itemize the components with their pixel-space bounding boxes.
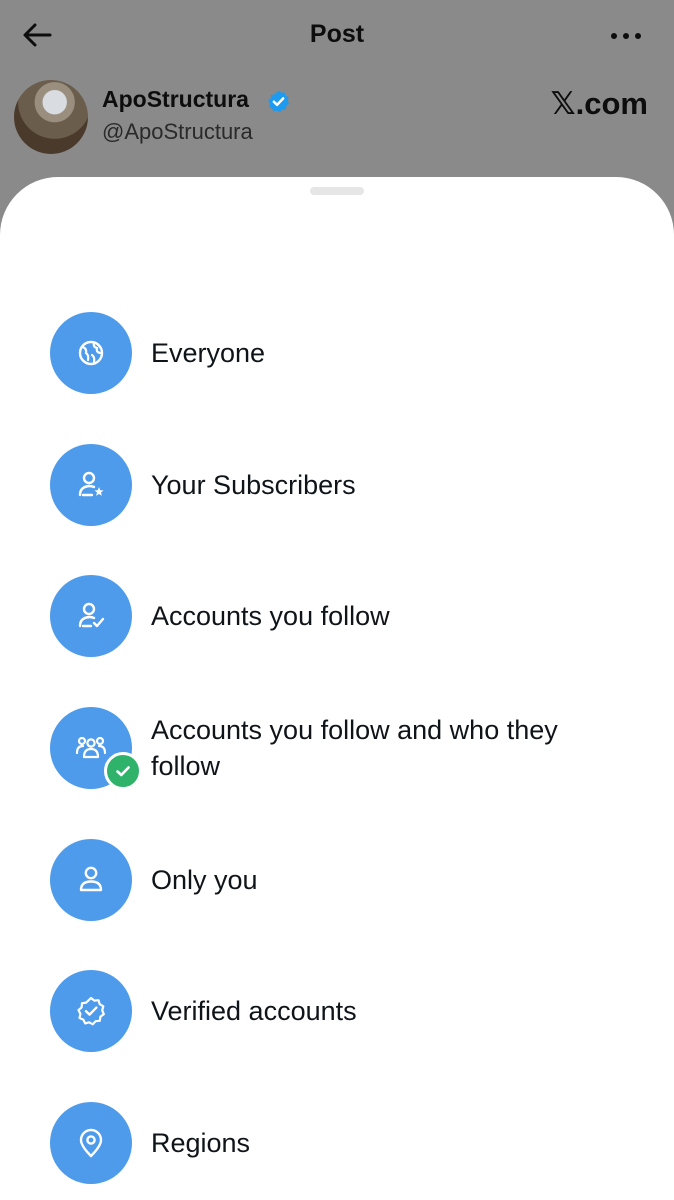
page-title: Post bbox=[309, 20, 365, 48]
more-options-button[interactable] bbox=[608, 20, 644, 50]
option-label: Regions bbox=[151, 1128, 251, 1158]
author-handle[interactable]: @ApoStructura bbox=[102, 119, 253, 145]
top-bar: Post bbox=[0, 0, 674, 70]
source-label: 𝕏.com bbox=[550, 86, 648, 121]
option-accounts-you-follow-and-who-they-follow[interactable]: Accounts you follow and who they follow bbox=[0, 693, 674, 803]
person-icon bbox=[50, 839, 132, 921]
option-verified-accounts[interactable]: Verified accounts bbox=[0, 956, 674, 1066]
person-star-icon bbox=[50, 444, 132, 526]
avatar[interactable] bbox=[14, 80, 88, 154]
verified-badge-icon bbox=[50, 970, 132, 1052]
option-accounts-you-follow[interactable]: Accounts you follow bbox=[0, 561, 674, 671]
sheet-grabber-handle[interactable] bbox=[310, 187, 364, 195]
more-dot-icon bbox=[623, 33, 629, 39]
option-label: Accounts you follow and who they follow bbox=[151, 715, 558, 781]
option-label: Accounts you follow bbox=[151, 601, 390, 631]
more-dot-icon bbox=[635, 33, 641, 39]
globe-icon bbox=[50, 312, 132, 394]
option-label: Only you bbox=[151, 865, 258, 895]
option-regions[interactable]: Regions bbox=[0, 1088, 674, 1198]
option-label: Your Subscribers bbox=[151, 470, 356, 500]
author-name[interactable]: ApoStructura bbox=[102, 86, 249, 113]
option-label: Everyone bbox=[151, 338, 266, 368]
option-your-subscribers[interactable]: Your Subscribers bbox=[0, 430, 674, 540]
selected-check-icon bbox=[104, 752, 142, 790]
more-dot-icon bbox=[611, 33, 617, 39]
reply-options-sheet: Everyone Your Subscribers Accounts you f… bbox=[0, 177, 674, 1200]
person-check-icon bbox=[50, 575, 132, 657]
option-only-you[interactable]: Only you bbox=[0, 825, 674, 935]
option-everyone[interactable]: Everyone bbox=[0, 298, 674, 408]
location-pin-icon bbox=[50, 1102, 132, 1184]
option-label: Verified accounts bbox=[151, 996, 357, 1026]
verified-badge-icon bbox=[266, 89, 291, 114]
